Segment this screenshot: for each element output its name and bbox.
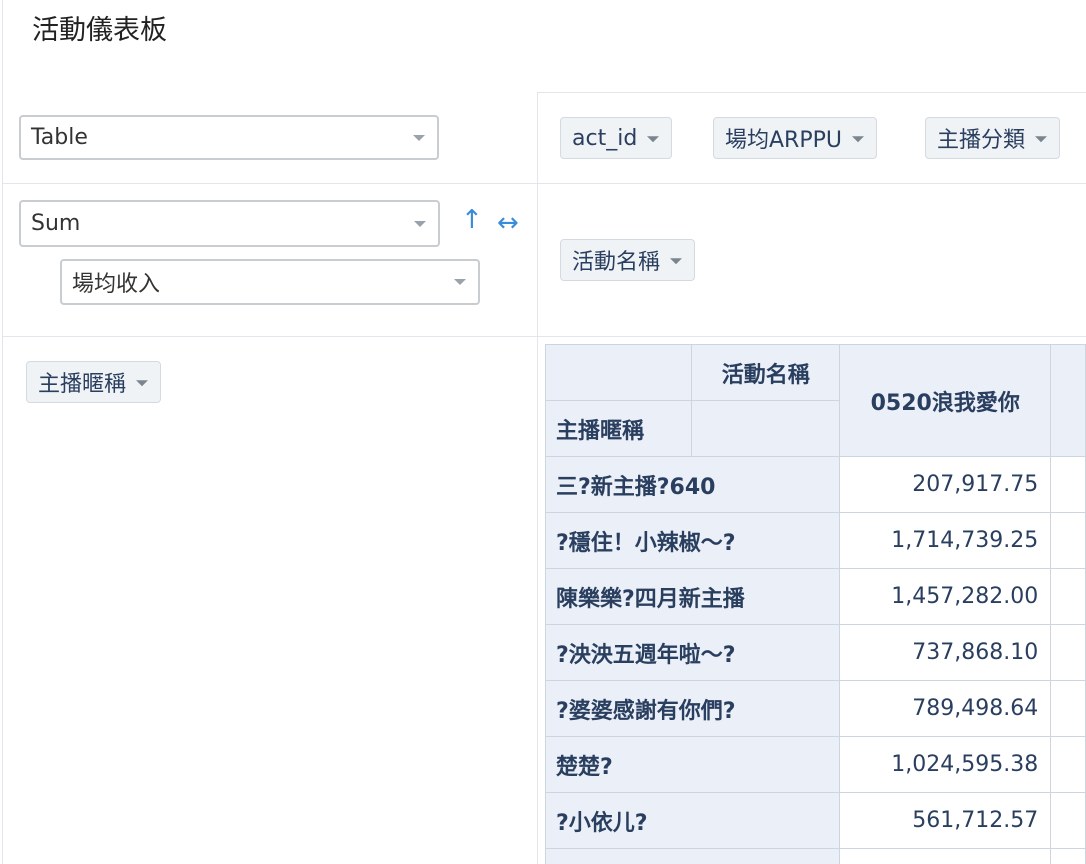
- row-axis-filler: [691, 400, 841, 457]
- trailing-cell: [1050, 848, 1086, 864]
- table-row: 楚楚? 1,024,595.38: [544, 736, 1086, 793]
- field-pill-label: 活動名稱: [572, 250, 661, 275]
- row-label: [544, 848, 841, 864]
- divider-2: [2, 336, 1086, 337]
- value-cell: [839, 848, 1052, 864]
- table-row: ?穩住！小辣椒～? 1,714,739.25: [544, 512, 1086, 569]
- swap-axes-icon[interactable]: ↔: [497, 210, 519, 236]
- column-header-trailing: [1050, 344, 1086, 457]
- chevron-down-icon: [414, 220, 426, 227]
- trailing-cell: [1050, 680, 1086, 737]
- renderer-select-value: Table: [31, 125, 88, 150]
- chevron-down-icon[interactable]: [647, 136, 660, 143]
- value-cell: 1,457,282.00: [839, 568, 1052, 625]
- trailing-cell: [1050, 736, 1086, 793]
- row-label: 三?新主播?640: [544, 456, 841, 513]
- row-label: ?小依儿?: [544, 792, 841, 849]
- value-cell: 789,498.64: [839, 680, 1052, 737]
- aggregator-select[interactable]: Sum: [19, 200, 440, 247]
- sort-order-icon[interactable]: ↑: [461, 207, 483, 233]
- chevron-down-icon[interactable]: [670, 258, 683, 265]
- divider-vertical: [537, 92, 538, 864]
- value-cell: 1,714,739.25: [839, 512, 1052, 569]
- left-border: [2, 0, 3, 864]
- col-field-pill-activity-name[interactable]: 活動名稱: [560, 239, 696, 281]
- chevron-down-icon: [413, 134, 425, 141]
- field-pill-arppu[interactable]: 場均ARPPU: [713, 117, 877, 159]
- value-cell: 207,917.75: [839, 456, 1052, 513]
- field-pill-label: 場均ARPPU: [725, 128, 842, 153]
- row-label: ?婆婆感謝有你們?: [544, 680, 841, 737]
- chevron-down-icon: [454, 279, 466, 285]
- table-row: 陳樂樂?四月新主播 1,457,282.00: [544, 568, 1086, 625]
- column-header: 0520浪我愛你: [839, 344, 1052, 457]
- row-label: 楚楚?: [544, 736, 841, 793]
- table-row: 三?新主播?640 207,917.75: [544, 456, 1086, 513]
- field-pill-label: 主播暱稱: [38, 372, 127, 397]
- chevron-down-icon[interactable]: [851, 136, 864, 143]
- value-cell: 737,868.10: [839, 624, 1052, 681]
- corner-cell: [544, 344, 693, 401]
- trailing-cell: [1050, 512, 1086, 569]
- value-cell: 1,024,595.38: [839, 736, 1052, 793]
- field-pill-label: act_id: [572, 125, 638, 151]
- chevron-down-icon[interactable]: [136, 380, 149, 387]
- value-field-select[interactable]: 場均收入: [60, 259, 480, 305]
- table-row: ?小依儿? 561,712.57: [544, 792, 1086, 849]
- col-axis-label: 活動名稱: [691, 344, 841, 401]
- row-label: ?穩住！小辣椒～?: [544, 512, 841, 569]
- trailing-cell: [1050, 624, 1086, 681]
- page-title: 活動儀表板: [32, 15, 167, 46]
- chevron-down-icon[interactable]: [1035, 136, 1048, 143]
- table-row: [544, 848, 1086, 864]
- field-pill-label: 主播分類: [937, 128, 1026, 153]
- row-label: ?泱泱五週年啦～?: [544, 624, 841, 681]
- trailing-cell: [1050, 456, 1086, 513]
- field-pill-streamer-category[interactable]: 主播分類: [925, 117, 1061, 159]
- pivot-table: 活動名稱 0520浪我愛你 主播暱稱 三?新主播?640 207,917.75 …: [544, 344, 1086, 864]
- trailing-cell: [1050, 792, 1086, 849]
- value-field-select-value: 場均收入: [72, 272, 161, 297]
- table-row: ?婆婆感謝有你們? 789,498.64: [544, 680, 1086, 737]
- row-axis-label: 主播暱稱: [544, 400, 693, 457]
- trailing-cell: [1050, 568, 1086, 625]
- field-pill-act-id[interactable]: act_id: [560, 117, 673, 159]
- table-row: ?泱泱五週年啦～? 737,868.10: [544, 624, 1086, 681]
- row-field-pill-streamer-nickname[interactable]: 主播暱稱: [26, 361, 162, 403]
- divider-top: [537, 92, 1086, 93]
- row-label: 陳樂樂?四月新主播: [544, 568, 841, 625]
- divider-1: [2, 183, 1086, 184]
- aggregator-select-value: Sum: [31, 211, 81, 236]
- value-cell: 561,712.57: [839, 792, 1052, 849]
- renderer-select[interactable]: Table: [19, 115, 439, 160]
